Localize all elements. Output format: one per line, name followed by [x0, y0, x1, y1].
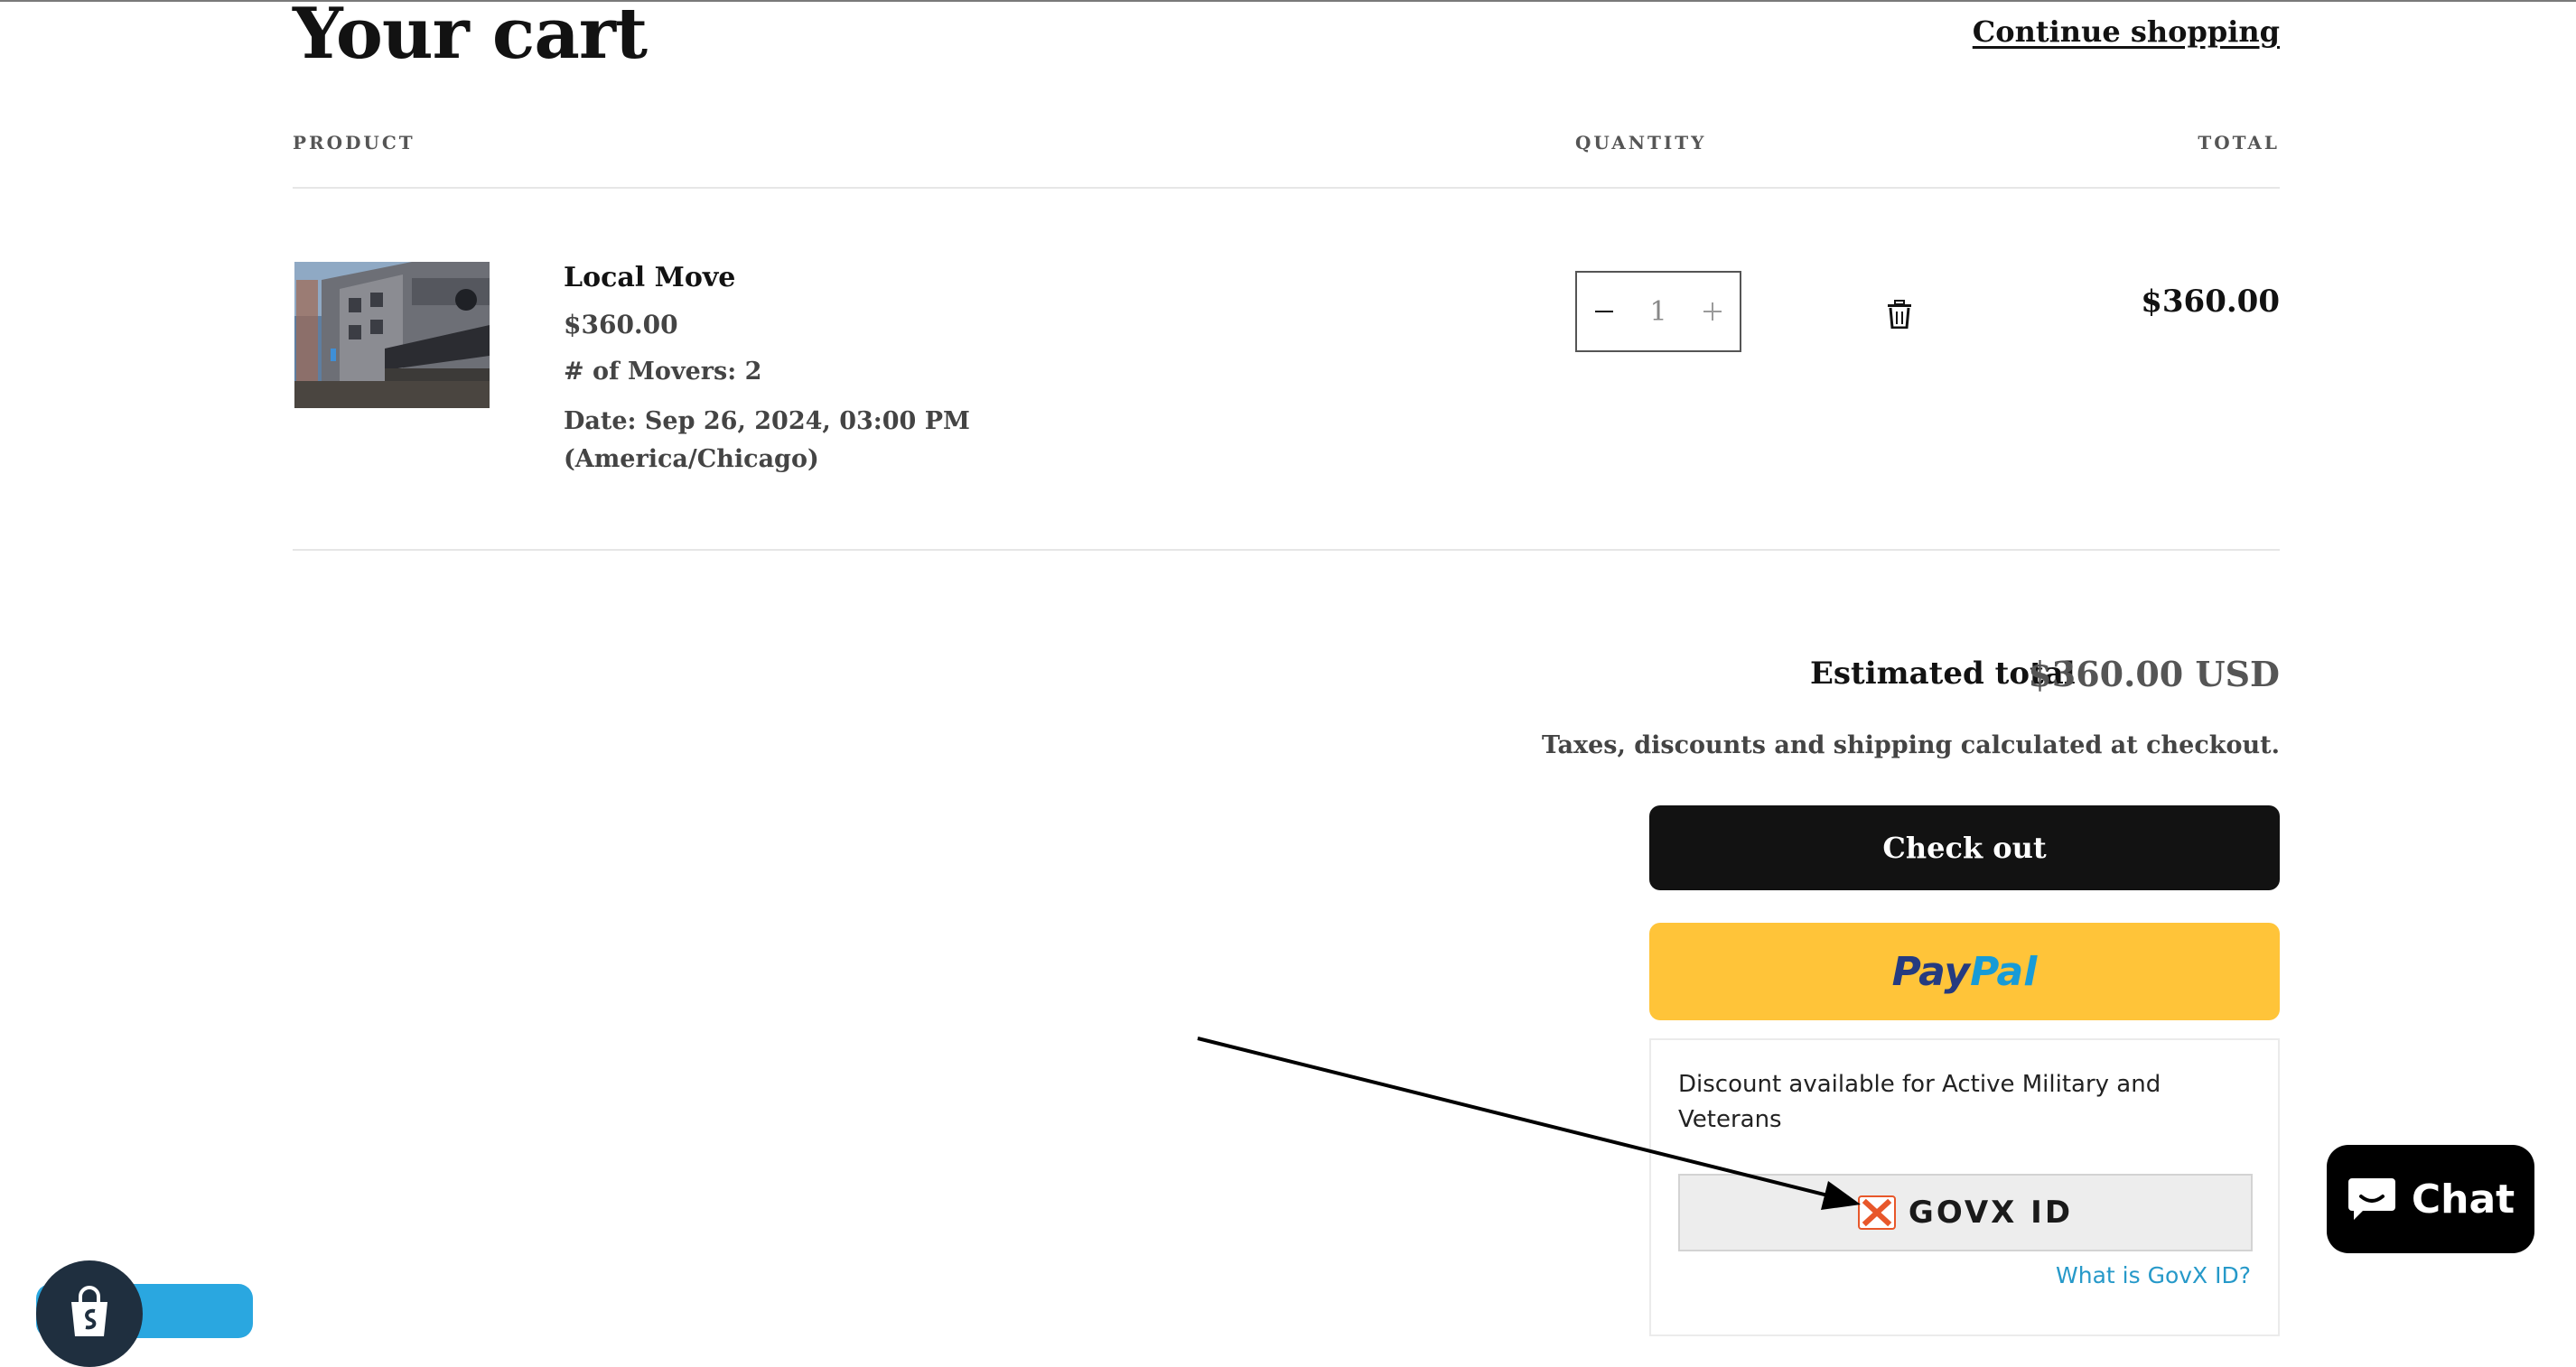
paypal-logo-pal: Pal [1970, 948, 2038, 995]
continue-shopping-link[interactable]: Continue shopping [1973, 14, 2280, 49]
tax-note: Taxes, discounts and shipping calculated… [1541, 731, 2280, 759]
shop-bag-icon [71, 1286, 107, 1336]
govx-discount-panel: Discount available for Active Military a… [1649, 1038, 2280, 1336]
checkout-button[interactable]: Check out [1649, 805, 2280, 890]
column-header-quantity: QUANTITY [1575, 132, 1707, 153]
chat-button[interactable]: Chat [2327, 1145, 2534, 1253]
govx-id-button[interactable]: GOVX ID [1678, 1174, 2253, 1251]
govx-logo-icon [1857, 1195, 1896, 1230]
product-name[interactable]: Local Move [564, 262, 735, 293]
product-price: $360.00 [564, 310, 678, 339]
chat-bubble-icon [2347, 1178, 2395, 1220]
estimated-total-value: $360.00 USD [2028, 654, 2280, 694]
line-item-total: $360.00 [2141, 284, 2280, 320]
chat-label: Chat [2411, 1176, 2515, 1223]
what-is-govx-link[interactable]: What is GovX ID? [2056, 1262, 2251, 1288]
shop-app-button[interactable] [36, 1260, 143, 1367]
govx-id-label: GOVX ID [1908, 1195, 2074, 1231]
page-title: Your cart [293, 0, 648, 75]
trash-icon[interactable] [1886, 300, 1913, 329]
quantity-stepper [1575, 271, 1741, 352]
column-header-product: PRODUCT [293, 132, 415, 153]
product-option-movers: # of Movers: 2 [564, 358, 762, 386]
increase-quantity-button[interactable] [1685, 273, 1740, 350]
product-image[interactable] [294, 262, 490, 408]
quantity-input[interactable] [1631, 294, 1685, 329]
header-divider [293, 187, 2280, 189]
plus-icon [1703, 302, 1722, 321]
paypal-logo-pay: Pay [1891, 948, 1971, 995]
govx-discount-text: Discount available for Active Military a… [1678, 1071, 2161, 1133]
product-option-date: Date: Sep 26, 2024, 03:00 PM (America/Ch… [564, 407, 970, 473]
decrease-quantity-button[interactable] [1577, 273, 1631, 350]
column-header-total: TOTAL [2198, 132, 2280, 153]
items-divider [293, 549, 2280, 551]
minus-icon [1595, 311, 1613, 312]
paypal-button[interactable]: Pay Pal [1649, 923, 2280, 1020]
